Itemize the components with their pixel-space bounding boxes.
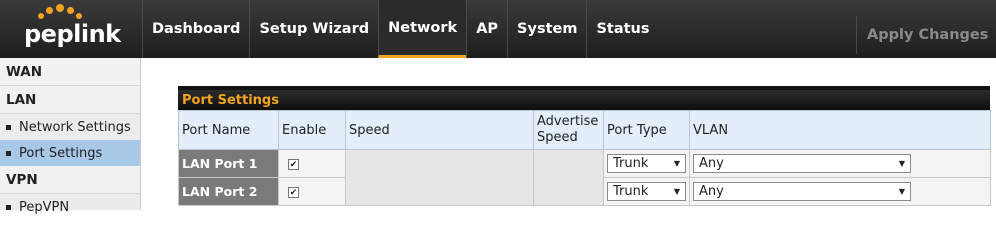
bullet-icon <box>6 124 11 130</box>
sidebar-item-label: Port Settings <box>19 145 103 161</box>
col-speed: Speed <box>345 110 534 150</box>
main-nav: Dashboard Setup Wizard Network AP System… <box>142 0 659 58</box>
vlan-select[interactable]: Any ▼ <box>693 182 911 201</box>
apply-changes-button[interactable]: Apply Changes <box>856 16 996 54</box>
enable-cell: ✔ <box>278 149 346 178</box>
sidebar-section-wan[interactable]: WAN <box>0 58 140 86</box>
advertise-speed-cell <box>533 149 604 206</box>
sidebar: WAN LAN Network Settings Port Settings V… <box>0 58 141 215</box>
port-name-cell: LAN Port 2 <box>178 177 279 206</box>
port-type-select[interactable]: Trunk ▼ <box>607 182 686 201</box>
col-advertise-speed: Advertise Speed <box>533 110 604 150</box>
dropdown-arrow-icon: ▼ <box>673 187 680 196</box>
enable-cell: ✔ <box>278 177 346 206</box>
port-settings-section: Port Settings Port Name Enable Speed Adv… <box>178 86 991 210</box>
select-value: Trunk <box>613 156 649 171</box>
logo-dot <box>38 13 44 19</box>
vlan-cell: Any ▼ <box>689 149 991 178</box>
speed-cell <box>345 149 534 206</box>
logo-dot <box>56 4 64 12</box>
peplink-logo[interactable]: peplink <box>0 0 142 58</box>
nav-status[interactable]: Status <box>586 0 658 58</box>
sidebar-item-port-settings[interactable]: Port Settings <box>0 140 140 166</box>
sidebar-item-label: PepVPN <box>19 199 70 215</box>
port-name-cell: LAN Port 1 <box>178 149 279 178</box>
select-value: Trunk <box>613 184 649 199</box>
dropdown-arrow-icon: ▼ <box>898 187 905 196</box>
nav-dashboard[interactable]: Dashboard <box>142 0 249 58</box>
port-settings-table: Port Name Enable Speed Advertise Speed P… <box>178 110 991 206</box>
sidebar-section-lan[interactable]: LAN <box>0 86 140 114</box>
table-header-row: Port Name Enable Speed Advertise Speed P… <box>178 110 991 150</box>
bullet-icon <box>6 150 11 156</box>
select-value: Any <box>699 156 724 171</box>
col-enable: Enable <box>278 110 346 150</box>
col-vlan: VLAN <box>689 110 991 150</box>
logo-dot <box>67 7 74 14</box>
enable-checkbox[interactable]: ✔ <box>288 187 299 198</box>
nav-ap[interactable]: AP <box>466 0 507 58</box>
port-type-cell: Trunk ▼ <box>603 177 690 206</box>
nav-system[interactable]: System <box>507 0 586 58</box>
top-bar: peplink Dashboard Setup Wizard Network A… <box>0 0 996 58</box>
logo-text: peplink <box>24 20 121 48</box>
logo-dot <box>46 7 53 14</box>
vlan-cell: Any ▼ <box>689 177 991 206</box>
nav-setup-wizard[interactable]: Setup Wizard <box>249 0 378 58</box>
bullet-icon <box>6 204 11 210</box>
port-type-select[interactable]: Trunk ▼ <box>607 154 686 173</box>
dropdown-arrow-icon: ▼ <box>673 159 680 168</box>
sidebar-section-vpn[interactable]: VPN <box>0 166 140 194</box>
sidebar-item-pepvpn[interactable]: PepVPN <box>0 194 140 220</box>
sidebar-item-network-settings[interactable]: Network Settings <box>0 114 140 140</box>
table-row: LAN Port 1 ✔ Trunk ▼ Any ▼ <box>178 149 991 206</box>
port-type-cell: Trunk ▼ <box>603 149 690 178</box>
logo-dot <box>76 13 82 19</box>
vlan-select[interactable]: Any ▼ <box>693 154 911 173</box>
col-port-type: Port Type <box>603 110 690 150</box>
dropdown-arrow-icon: ▼ <box>898 159 905 168</box>
enable-checkbox[interactable]: ✔ <box>288 159 299 170</box>
col-port-name: Port Name <box>178 110 279 150</box>
section-title: Port Settings <box>178 86 990 110</box>
nav-network[interactable]: Network <box>378 0 467 58</box>
sidebar-item-label: Network Settings <box>19 119 131 135</box>
select-value: Any <box>699 184 724 199</box>
